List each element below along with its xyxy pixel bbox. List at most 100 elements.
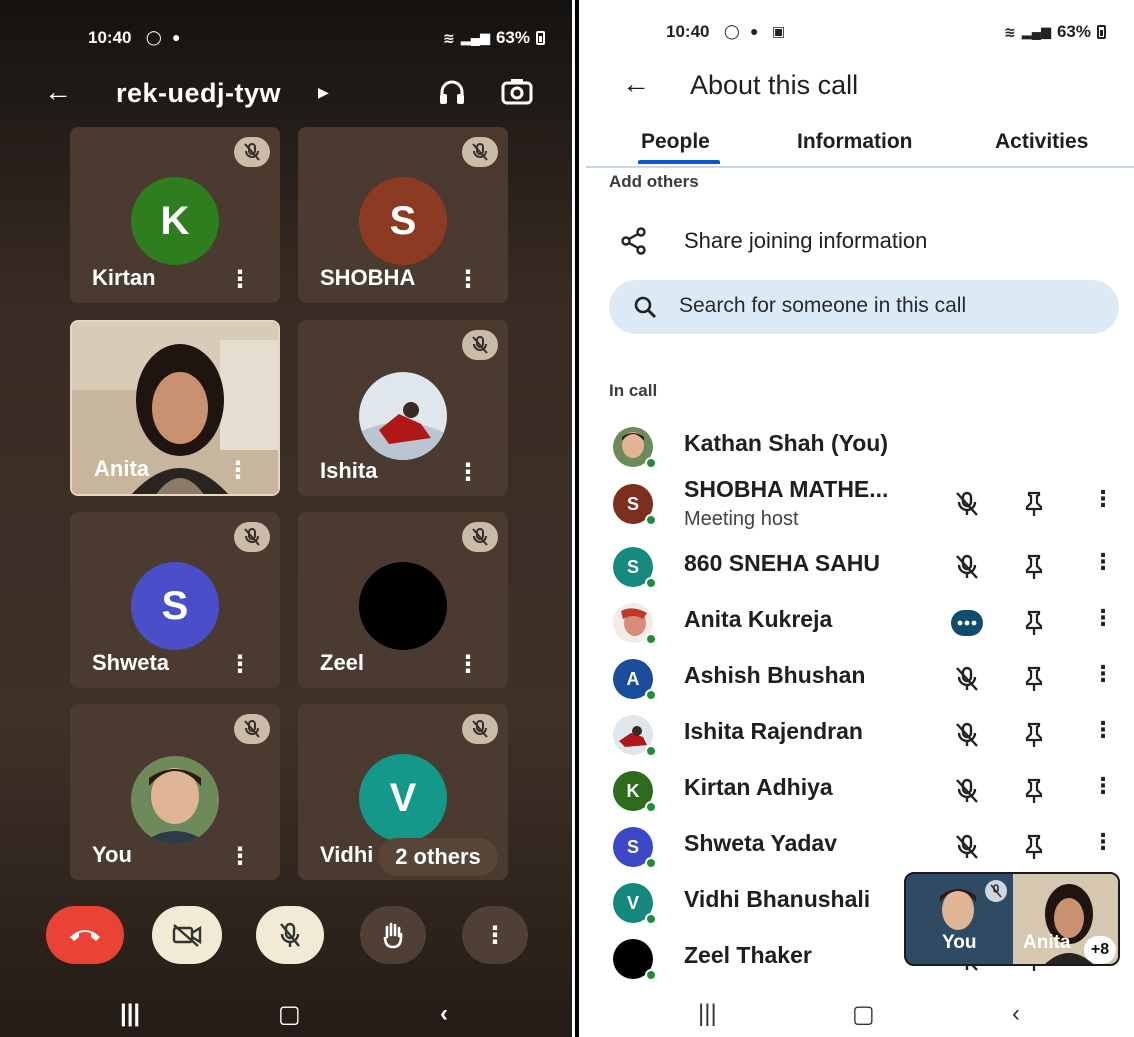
- mic-toggle-button[interactable]: [256, 906, 324, 964]
- picture-in-picture-preview[interactable]: You Anita +8: [904, 872, 1120, 966]
- participant-row[interactable]: S 860 SNEHA SAHU ⋮: [586, 541, 1134, 591]
- system-nav-bar: ||| ▢ ‹: [0, 996, 577, 1036]
- signal-icon: ▂▄▆: [1021, 24, 1051, 39]
- participant-search-input[interactable]: Search for someone in this call: [609, 280, 1119, 334]
- online-status-dot: [645, 969, 657, 981]
- end-call-button[interactable]: [46, 906, 124, 964]
- more-vert-icon[interactable]: ⋮: [228, 268, 252, 292]
- share-joining-info-button[interactable]: Share joining information: [586, 222, 1134, 262]
- participant-row[interactable]: S Shweta Yadav ⋮: [586, 821, 1134, 871]
- participant-name: SHOBHA MATHE...: [684, 476, 889, 502]
- flip-camera-icon[interactable]: [500, 76, 534, 108]
- mic-off-icon[interactable]: [954, 665, 980, 698]
- home-icon[interactable]: ▢: [278, 1000, 301, 1029]
- mic-off-icon[interactable]: [954, 833, 980, 866]
- mic-off-icon: [462, 714, 498, 744]
- tab-activities[interactable]: Activities: [995, 130, 1088, 154]
- online-status-dot: [645, 689, 657, 701]
- more-vert-icon[interactable]: ⋮: [1092, 607, 1114, 629]
- mic-off-icon[interactable]: [954, 490, 980, 523]
- participant-tile-ishita[interactable]: Ishita ⋮: [298, 320, 508, 496]
- pip-you-label: You: [942, 932, 977, 953]
- avatar: K: [131, 177, 219, 265]
- recents-icon[interactable]: |||: [120, 1000, 140, 1028]
- mic-off-icon: [985, 880, 1007, 902]
- speaking-indicator-icon: [950, 609, 984, 642]
- more-vert-icon[interactable]: ⋮: [456, 268, 480, 292]
- participant-name: SHOBHA: [320, 265, 416, 290]
- mic-off-icon: [462, 137, 498, 167]
- search-placeholder: Search for someone in this call: [679, 294, 967, 317]
- phone-hangup-icon: [70, 930, 100, 941]
- participant-name: Shweta Yadav: [684, 830, 837, 856]
- raise-hand-button[interactable]: [360, 906, 426, 964]
- back-icon[interactable]: ‹: [440, 1000, 448, 1028]
- participant-tile-zeel[interactable]: Zeel ⋮: [298, 512, 508, 688]
- back-icon[interactable]: ‹: [1012, 1000, 1020, 1028]
- more-vert-icon[interactable]: ⋮: [226, 459, 250, 483]
- mic-off-icon: [462, 522, 498, 552]
- about-call-screen: 10:40 ◯ ● ▣ ≋ ▂▄▆ 63% ← About this call …: [586, 0, 1134, 1037]
- participant-tile-anita[interactable]: Anita ⋮: [70, 320, 280, 496]
- online-status-dot: [645, 514, 657, 526]
- others-count-pill[interactable]: 2 others: [378, 838, 498, 876]
- raise-hand-icon: [383, 922, 403, 949]
- participant-row[interactable]: K Kirtan Adhiya ⋮: [586, 765, 1134, 815]
- mic-off-icon[interactable]: [954, 721, 980, 754]
- pin-icon[interactable]: [1022, 609, 1046, 642]
- mic-off-icon[interactable]: [954, 777, 980, 810]
- online-status-dot: [645, 745, 657, 757]
- participant-name: Kirtan: [92, 265, 156, 290]
- more-vert-icon[interactable]: ⋮: [1092, 663, 1114, 685]
- more-vert-icon[interactable]: ⋮: [456, 461, 480, 485]
- more-vert-icon[interactable]: ⋮: [1092, 488, 1114, 510]
- more-vert-icon[interactable]: ⋮: [1092, 719, 1114, 741]
- more-vert-icon[interactable]: ⋮: [1092, 775, 1114, 797]
- more-vert-icon[interactable]: ⋮: [1092, 831, 1114, 853]
- in-call-label: In call: [609, 381, 658, 400]
- participant-row[interactable]: Anita Kukreja ⋮: [586, 597, 1134, 647]
- participant-row[interactable]: A Ashish Bhushan ⋮: [586, 653, 1134, 703]
- battery-percent: 63%: [1056, 22, 1091, 41]
- location-icon: ●: [172, 29, 181, 45]
- tab-information[interactable]: Information: [797, 130, 913, 154]
- participant-tile-shobha[interactable]: S SHOBHA ⋮: [298, 127, 508, 303]
- more-vert-icon[interactable]: ⋮: [228, 845, 252, 869]
- recents-icon[interactable]: |||: [698, 1000, 717, 1028]
- participant-row[interactable]: Ishita Rajendran ⋮: [586, 709, 1134, 759]
- participant-row[interactable]: Kathan Shah (You): [586, 421, 1134, 471]
- participant-tile-kirtan[interactable]: K Kirtan ⋮: [70, 127, 280, 303]
- more-options-button[interactable]: ⋮: [462, 906, 528, 964]
- pin-icon[interactable]: [1022, 777, 1046, 810]
- pin-icon[interactable]: [1022, 553, 1046, 586]
- online-status-dot: [645, 633, 657, 645]
- participant-name: Vidhi: [320, 842, 374, 867]
- share-label: Share joining information: [684, 228, 928, 253]
- camera-toggle-button[interactable]: [152, 906, 222, 964]
- tab-people[interactable]: People: [641, 130, 710, 154]
- pin-icon[interactable]: [1022, 721, 1046, 754]
- mic-off-icon[interactable]: [954, 553, 980, 586]
- status-time: 10:40: [666, 22, 710, 41]
- back-arrow-icon[interactable]: ←: [44, 76, 72, 108]
- more-vert-icon[interactable]: ⋮: [456, 653, 480, 677]
- more-vert-icon[interactable]: ⋮: [1092, 551, 1114, 573]
- meeting-code[interactable]: rek-uedj-tyw: [116, 78, 281, 109]
- home-icon[interactable]: ▢: [852, 1000, 875, 1029]
- pip-anita-tile: Anita +8: [1013, 874, 1118, 964]
- pin-icon[interactable]: [1022, 490, 1046, 523]
- pin-icon[interactable]: [1022, 833, 1046, 866]
- meeting-header: ← rek-uedj-tyw ▶: [0, 70, 577, 116]
- pin-icon[interactable]: [1022, 665, 1046, 698]
- back-arrow-icon[interactable]: ←: [622, 68, 650, 100]
- battery-icon: [536, 31, 545, 45]
- participant-row[interactable]: S SHOBHA MATHE... Meeting host ⋮: [586, 476, 1134, 530]
- participant-tile-shweta[interactable]: S Shweta ⋮: [70, 512, 280, 688]
- participant-name: Ishita Rajendran: [684, 718, 863, 744]
- caret-right-icon[interactable]: ▶: [318, 84, 329, 101]
- participant-tile-you[interactable]: You ⋮: [70, 704, 280, 880]
- more-vert-icon[interactable]: ⋮: [228, 653, 252, 677]
- headphones-icon[interactable]: [436, 76, 468, 108]
- participant-name: Zeel: [320, 650, 365, 675]
- whatsapp-icon: ◯: [146, 29, 162, 45]
